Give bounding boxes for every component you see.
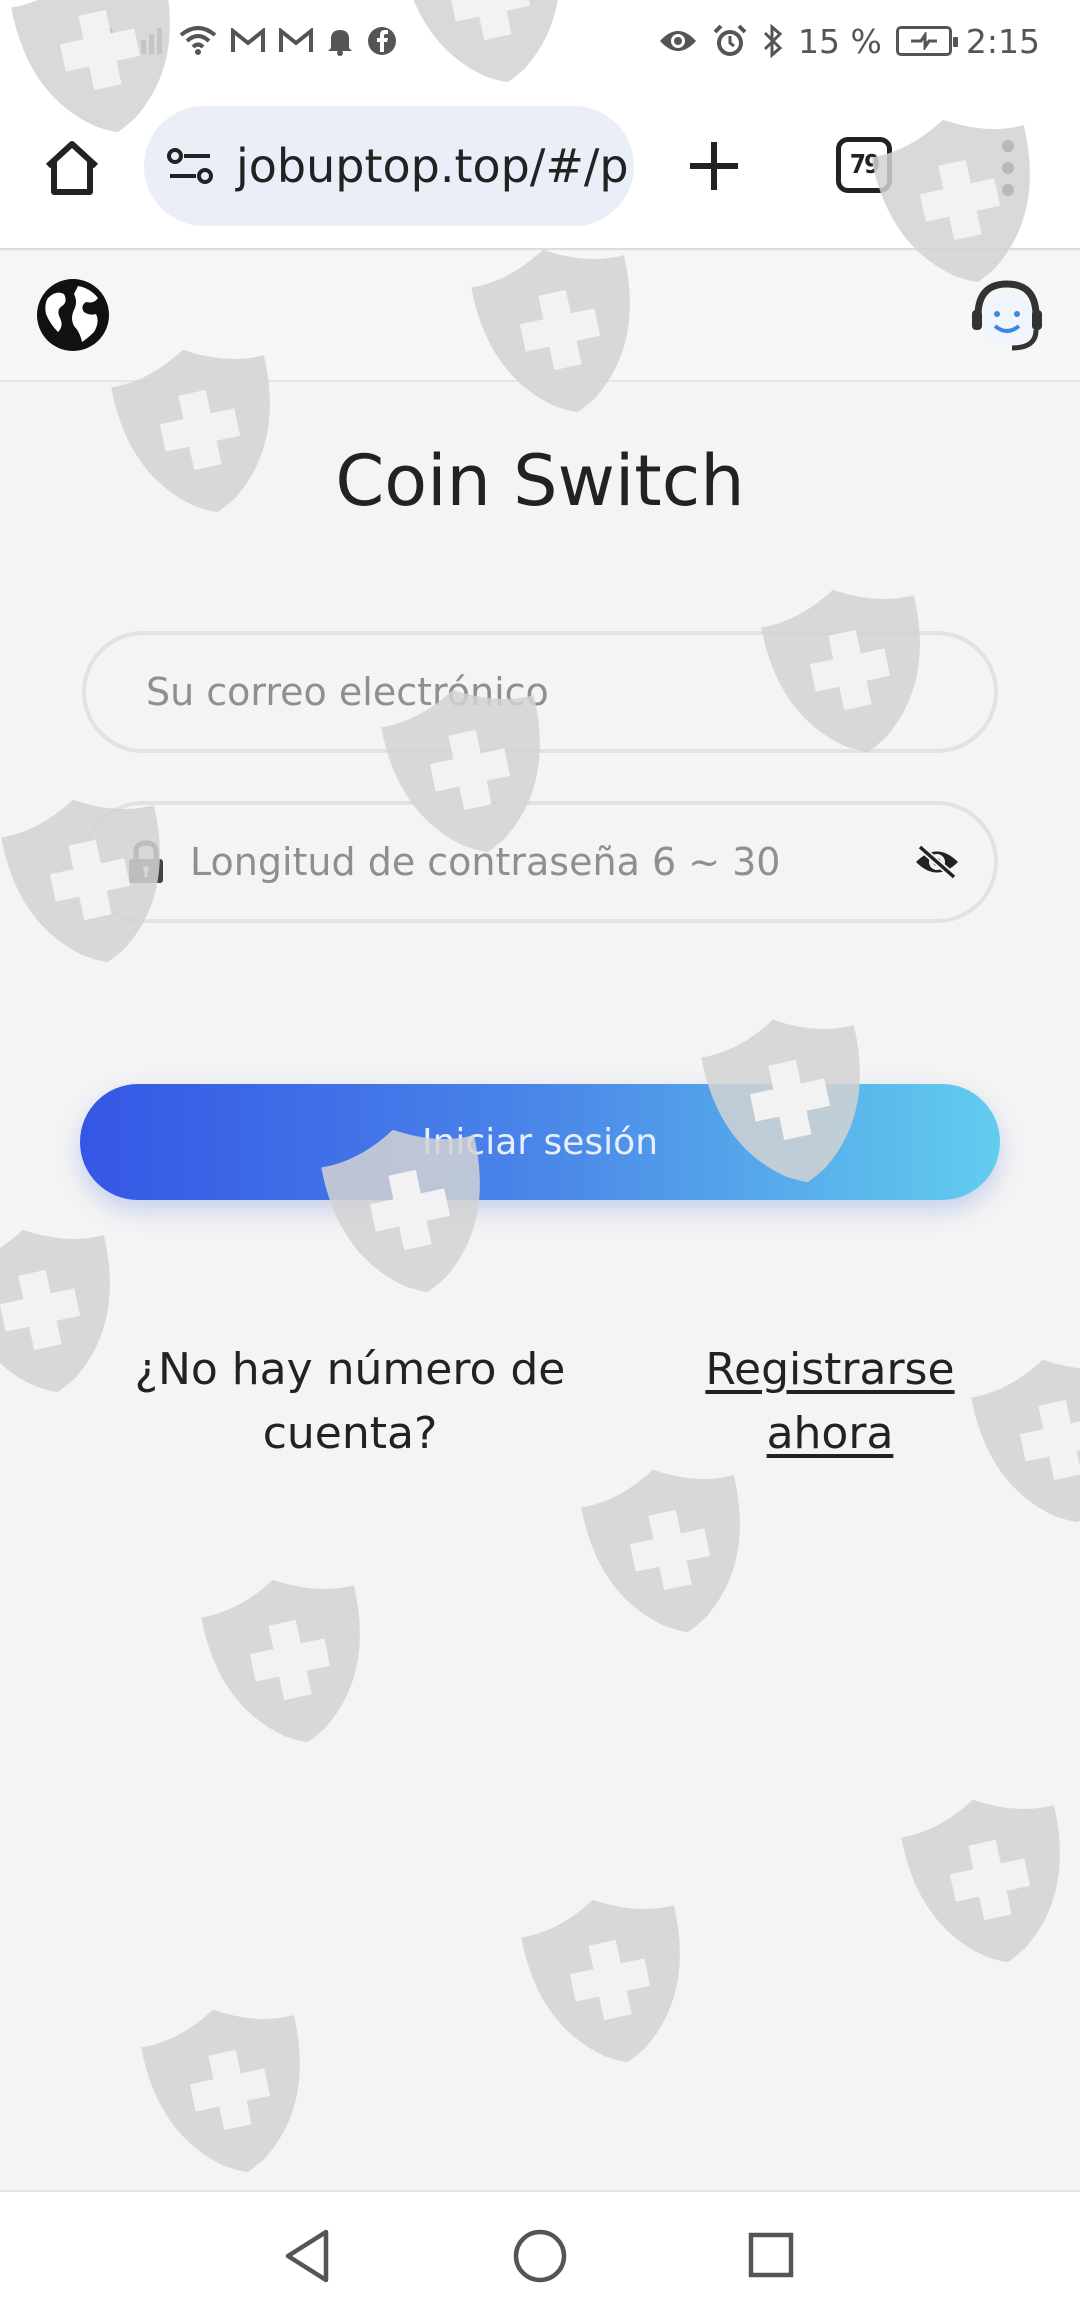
eye-slash-icon[interactable] (914, 843, 960, 881)
email-placeholder: Su correo electrónico (146, 670, 549, 714)
battery-charging-icon (895, 26, 958, 56)
status-bar-left: Vo LTE (86, 24, 397, 58)
signal-icon (131, 26, 165, 56)
lock-icon (126, 839, 166, 885)
eye-icon (658, 27, 698, 55)
shield-watermark-icon (516, 1883, 704, 2079)
login-button-label: Iniciar sesión (421, 1121, 659, 1163)
password-placeholder: Longitud de contraseña 6 ~ 30 (190, 840, 781, 884)
wifi-icon (179, 25, 217, 57)
url-text: jobuptop.top/#/p (236, 139, 629, 193)
app-header (0, 252, 1080, 382)
shield-watermark-icon (896, 1783, 1080, 1979)
clock: 2:15 (965, 21, 1040, 61)
url-bar[interactable]: jobuptop.top/#/p (144, 106, 634, 226)
system-navigation-bar (0, 2190, 1080, 2312)
register-link[interactable]: Registrarse ahora (680, 1338, 980, 1466)
shield-watermark-icon (576, 1453, 764, 1649)
more-vert-icon[interactable] (992, 138, 1024, 198)
site-settings-icon[interactable] (166, 142, 214, 190)
alarm-icon (712, 23, 748, 59)
status-bar: Vo LTE 15 % 2:15 (0, 0, 1080, 82)
bluetooth-icon (762, 24, 784, 58)
no-account-text: ¿No hay número de cuenta? (134, 1344, 566, 1459)
volte-icon: Vo LTE (86, 22, 118, 59)
shield-watermark-icon (966, 1343, 1080, 1539)
home-circle-icon[interactable] (512, 2228, 568, 2284)
email-field[interactable]: Su correo electrónico (82, 631, 998, 753)
password-field[interactable]: Longitud de contraseña 6 ~ 30 (82, 801, 998, 923)
shield-watermark-icon (136, 1993, 324, 2189)
page-title: Coin Switch (335, 440, 745, 522)
back-triangle-icon[interactable] (282, 2228, 332, 2284)
plus-icon[interactable] (686, 138, 742, 194)
notification-bell-icon (327, 26, 353, 56)
home-icon[interactable] (40, 136, 104, 200)
status-bar-right: 15 % 2:15 (658, 22, 1040, 61)
recents-square-icon[interactable] (746, 2230, 796, 2280)
shield-watermark-icon (196, 1563, 384, 1759)
gmail-icon (279, 28, 314, 54)
gmail-icon (231, 28, 266, 54)
tab-count: 79 (849, 150, 881, 180)
browser-toolbar: jobuptop.top/#/p 79 (0, 82, 1080, 250)
tabs-icon[interactable]: 79 (836, 137, 892, 193)
customer-support-icon[interactable] (966, 274, 1048, 356)
globe-icon[interactable] (34, 276, 112, 354)
battery-percent: 15 % (798, 21, 882, 61)
facebook-icon (367, 26, 397, 56)
login-button[interactable]: Iniciar sesión (80, 1084, 1000, 1200)
